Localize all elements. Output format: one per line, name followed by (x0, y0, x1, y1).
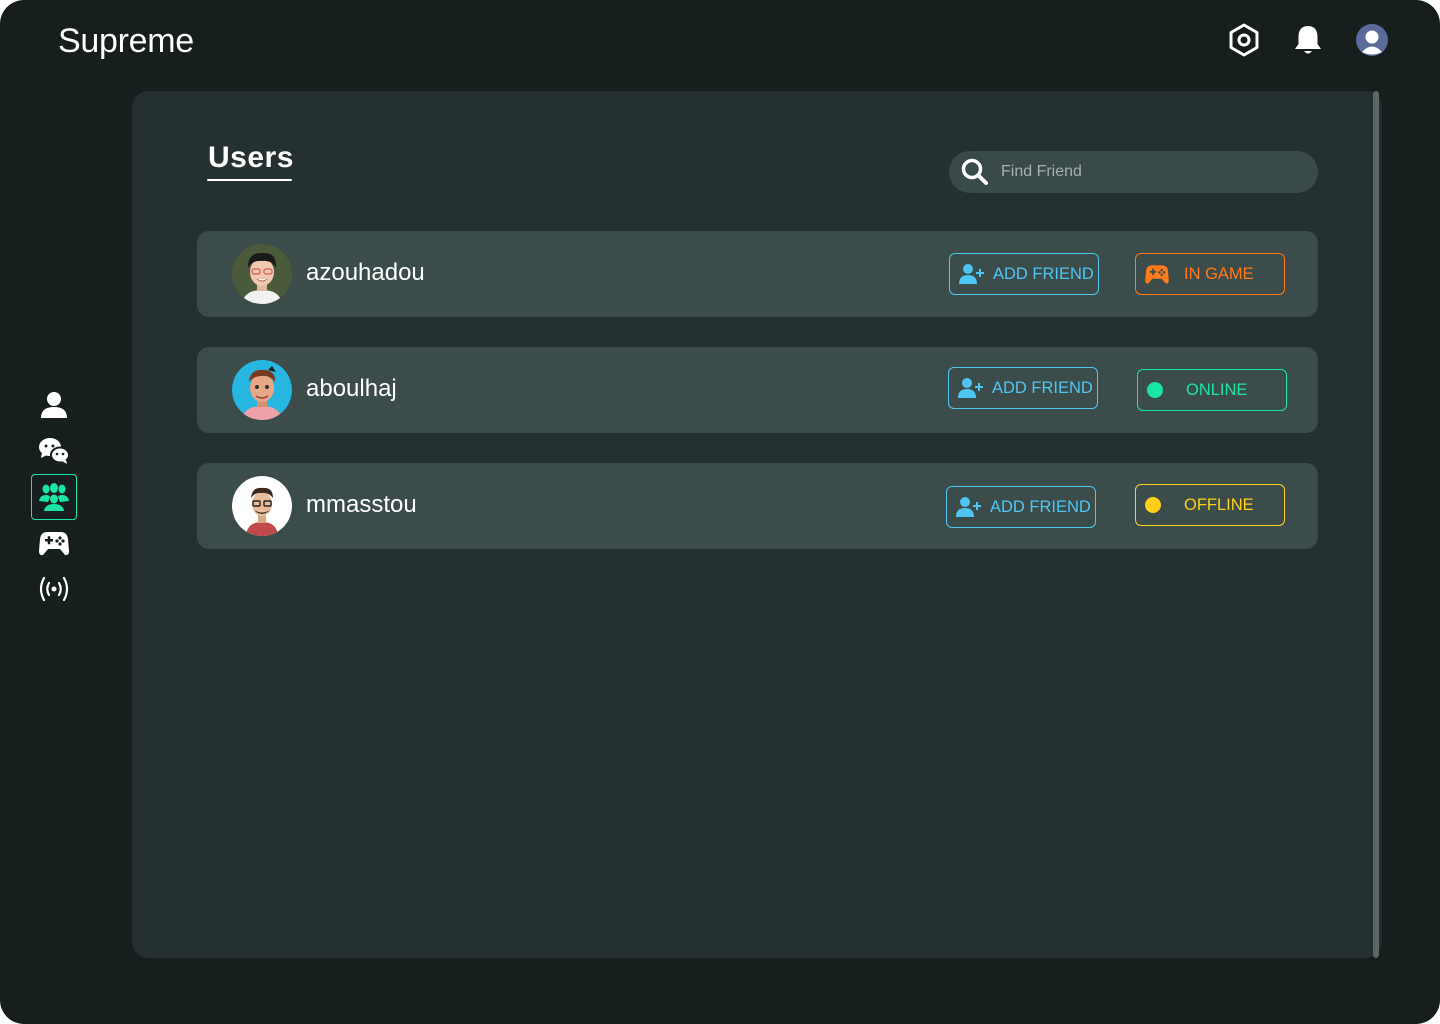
users-group-icon (39, 483, 69, 511)
chat-icon (39, 438, 70, 464)
user-row: azouhadou ADD FRIEND IN GAME (197, 231, 1318, 317)
avatar (232, 244, 292, 304)
profile-avatar-icon[interactable] (1354, 22, 1390, 58)
add-user-icon (958, 378, 983, 398)
broadcast-icon (39, 576, 69, 602)
status-dot (1147, 382, 1163, 398)
avatar (232, 476, 292, 536)
status-label: OFFLINE (1184, 495, 1254, 514)
settings-icon[interactable] (1226, 22, 1262, 58)
sidebar-item-live[interactable] (31, 566, 77, 612)
status-label: ONLINE (1186, 380, 1248, 399)
add-friend-label: ADD FRIEND (992, 378, 1093, 397)
username: azouhadou (306, 259, 425, 286)
search-bar[interactable] (949, 151, 1318, 193)
app-logo: Supreme (58, 22, 194, 60)
sidebar-item-users[interactable] (31, 474, 77, 520)
add-user-icon (959, 264, 984, 284)
user-row: mmasstou ADD FRIEND OFFLINE (197, 463, 1318, 549)
search-input[interactable] (1001, 163, 1301, 181)
add-friend-button[interactable]: ADD FRIEND (946, 486, 1096, 528)
app-window: Supreme Users Find Friend azouhadou ADD … (0, 0, 1440, 1024)
username: mmasstou (306, 491, 417, 518)
title-underline (207, 179, 292, 181)
add-user-icon (956, 497, 981, 517)
gamepad-icon (1145, 265, 1169, 284)
sidebar (31, 382, 77, 612)
username: aboulhaj (306, 375, 397, 402)
header-icons (1226, 22, 1390, 58)
avatar (232, 360, 292, 420)
bell-icon[interactable] (1290, 22, 1326, 58)
user-row: aboulhaj ADD FRIEND ONLINE (197, 347, 1318, 433)
sidebar-item-profile[interactable] (31, 382, 77, 428)
gamepad-icon (39, 532, 69, 556)
status-label: IN GAME (1184, 264, 1254, 283)
add-friend-button[interactable]: ADD FRIEND (949, 253, 1099, 295)
page-title: Users (208, 141, 294, 174)
users-panel: Users az (132, 91, 1382, 958)
status-dot (1145, 497, 1161, 513)
status-badge: OFFLINE (1135, 484, 1285, 526)
sidebar-item-chat[interactable] (31, 428, 77, 474)
status-badge: IN GAME (1135, 253, 1285, 295)
scrollbar[interactable] (1373, 91, 1379, 958)
status-badge: ONLINE (1137, 369, 1287, 411)
sidebar-item-games[interactable] (31, 520, 77, 566)
add-friend-button[interactable]: ADD FRIEND (948, 367, 1098, 409)
user-icon (41, 392, 67, 418)
add-friend-label: ADD FRIEND (993, 264, 1094, 283)
add-friend-label: ADD FRIEND (990, 497, 1091, 516)
search-icon (961, 158, 988, 185)
